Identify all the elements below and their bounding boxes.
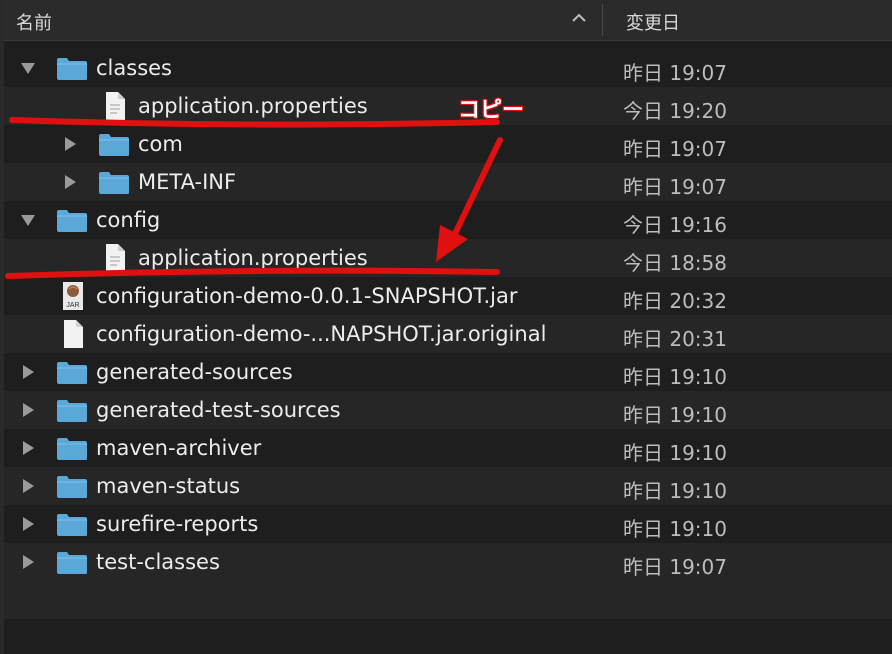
jar-file-icon: JAR [63, 282, 83, 310]
name-column-header[interactable]: 名前 [16, 9, 52, 35]
item-date: 今日 18:58 [623, 251, 727, 275]
item-date: 昨日 19:07 [623, 555, 727, 579]
jar-icon-label: JAR [66, 302, 79, 309]
sort-ascending-icon[interactable] [570, 8, 588, 28]
file-list: classes 昨日 19:07 application.properties … [4, 49, 892, 581]
folder-icon [57, 58, 87, 80]
item-name: configuration-demo-...NAPSHOT.jar.origin… [96, 322, 547, 346]
item-name: maven-archiver [96, 436, 262, 460]
item-date: 昨日 19:10 [623, 365, 727, 389]
disclosure-collapsed-icon[interactable] [20, 554, 36, 570]
column-divider[interactable] [602, 4, 603, 36]
folder-icon [57, 438, 87, 460]
file-icon [64, 320, 83, 348]
list-item[interactable]: META-INF 昨日 19:07 [4, 163, 892, 201]
disclosure-collapsed-icon[interactable] [20, 440, 36, 456]
disclosure-collapsed-icon[interactable] [62, 136, 78, 152]
item-name: classes [96, 56, 172, 80]
folder-icon [57, 210, 87, 232]
empty-row-band [4, 581, 892, 619]
item-name: application.properties [138, 246, 368, 270]
item-date: 昨日 20:31 [623, 327, 727, 351]
item-name: generated-test-sources [96, 398, 341, 422]
item-date: 今日 19:16 [623, 213, 727, 237]
disclosure-collapsed-icon[interactable] [62, 174, 78, 190]
list-item[interactable]: maven-archiver 昨日 19:10 [4, 429, 892, 467]
disclosure-collapsed-icon[interactable] [20, 402, 36, 418]
list-item[interactable]: classes 昨日 19:07 [4, 49, 892, 87]
list-item[interactable]: configuration-demo-...NAPSHOT.jar.origin… [4, 315, 892, 353]
item-date: 今日 19:20 [623, 99, 727, 123]
item-date: 昨日 19:07 [623, 137, 727, 161]
item-date: 昨日 19:07 [623, 61, 727, 85]
item-name: META-INF [138, 170, 237, 194]
item-date: 昨日 19:07 [623, 175, 727, 199]
disclosure-expanded-icon[interactable] [20, 60, 36, 76]
list-item[interactable]: application.properties 今日 19:20 [4, 87, 892, 125]
item-name: config [96, 208, 161, 232]
disclosure-collapsed-icon[interactable] [20, 478, 36, 494]
item-date: 昨日 19:10 [623, 479, 727, 503]
list-item[interactable]: generated-sources 昨日 19:10 [4, 353, 892, 391]
list-item[interactable]: maven-status 昨日 19:10 [4, 467, 892, 505]
item-date: 昨日 19:10 [623, 441, 727, 465]
folder-icon [99, 172, 129, 194]
document-icon [106, 92, 125, 120]
disclosure-collapsed-icon[interactable] [20, 516, 36, 532]
list-item[interactable]: application.properties 今日 18:58 [4, 239, 892, 277]
item-name: test-classes [96, 550, 220, 574]
list-item[interactable]: config 今日 19:16 [4, 201, 892, 239]
item-date: 昨日 19:10 [623, 403, 727, 427]
item-name: surefire-reports [96, 512, 259, 536]
item-name: generated-sources [96, 360, 293, 384]
disclosure-collapsed-icon[interactable] [20, 364, 36, 380]
folder-icon [57, 476, 87, 498]
item-name: com [138, 132, 183, 156]
folder-icon [57, 552, 87, 574]
list-item[interactable]: JAR configuration-demo-0.0.1-SNAPSHOT.ja… [4, 277, 892, 315]
item-name: configuration-demo-0.0.1-SNAPSHOT.jar [96, 284, 518, 308]
disclosure-expanded-icon[interactable] [20, 212, 36, 228]
folder-icon [57, 514, 87, 536]
item-date: 昨日 19:10 [623, 517, 727, 541]
folder-icon [57, 362, 87, 384]
date-modified-column-header[interactable]: 変更日 [626, 9, 680, 35]
list-item[interactable]: com 昨日 19:07 [4, 125, 892, 163]
column-header: 名前 変更日 [4, 0, 892, 41]
folder-icon [57, 400, 87, 422]
list-item[interactable]: generated-test-sources 昨日 19:10 [4, 391, 892, 429]
list-item[interactable]: test-classes 昨日 19:07 [4, 543, 892, 581]
item-name: maven-status [96, 474, 241, 498]
item-name: application.properties [138, 94, 368, 118]
copy-annotation-label: コピー [458, 98, 525, 123]
list-item[interactable]: surefire-reports 昨日 19:10 [4, 505, 892, 543]
item-date: 昨日 20:32 [623, 289, 727, 313]
empty-list-area [4, 581, 892, 654]
document-icon [106, 244, 125, 272]
folder-icon [99, 134, 129, 156]
finder-window: 名前 変更日 classes 昨日 19:07 application.prop… [0, 0, 892, 654]
